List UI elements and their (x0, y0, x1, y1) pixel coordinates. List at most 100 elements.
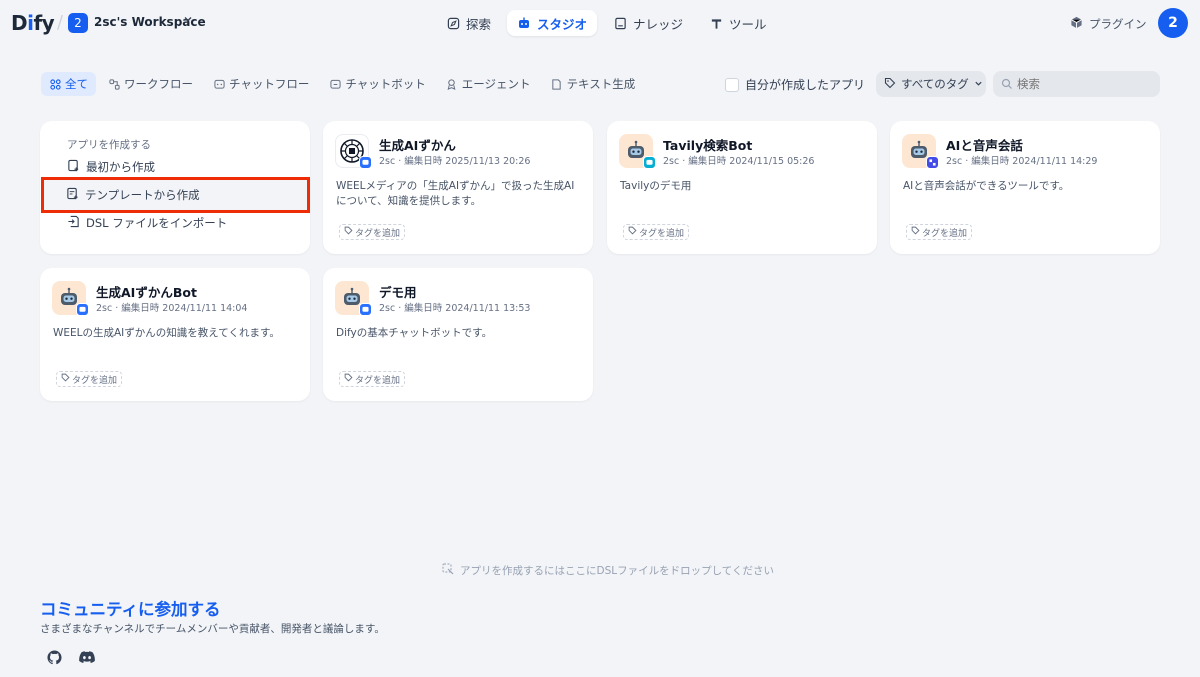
nav-knowledge[interactable]: ナレッジ (603, 10, 693, 36)
tag-filter-label: すべてのタグ (901, 77, 969, 91)
agent-icon (446, 78, 458, 90)
github-icon[interactable] (46, 649, 62, 665)
create-app-title: アプリを作成する (67, 139, 151, 151)
compass-icon (446, 16, 460, 30)
app-meta: 2sc · 編集日時 2024/11/11 14:29 (946, 156, 1098, 167)
hammer-icon (709, 16, 723, 30)
chatflow-badge-icon (643, 156, 656, 169)
file-plus-icon (67, 159, 80, 175)
add-tag-button[interactable]: タグを追加 (339, 371, 406, 387)
create-blank-label: 最初から作成 (86, 160, 155, 174)
import-dsl-button[interactable]: DSL ファイルをインポート (67, 215, 227, 231)
add-tag-button[interactable]: タグを追加 (623, 224, 690, 240)
app-description: AIと音声会話ができるツールです。 (903, 180, 1070, 192)
create-blank-button[interactable]: 最初から作成 (67, 159, 155, 175)
app-title: AIと音声会話 (946, 138, 1023, 153)
filter-all[interactable]: 全て (41, 72, 96, 96)
dropzone-text: アプリを作成するにはここにDSLファイルをドロップしてください (460, 565, 774, 577)
tag-icon (61, 373, 70, 385)
nav-explore[interactable]: 探索 (436, 10, 501, 36)
add-tag-label: タグを追加 (355, 228, 401, 239)
logo-text-d: D (11, 11, 28, 35)
chevron-down-icon (974, 77, 983, 91)
app-description: Tavilyのデモ用 (620, 180, 692, 192)
document-icon (551, 78, 563, 90)
community-description: さまざまなチャンネルでチームメンバーや貢献者、開発者と議論します。 (40, 623, 385, 635)
filter-agent[interactable]: エージェント (438, 72, 539, 96)
discord-icon[interactable] (79, 649, 95, 665)
top-header: Dify / 2 2sc's Workspace 探索 スタジオ ナレッジ ツー… (0, 0, 1200, 46)
dify-logo[interactable]: Dify (11, 11, 55, 35)
chatbot-icon (329, 78, 341, 90)
dsl-dropzone-hint: アプリを作成するにはここにDSLファイルをドロップしてください (442, 563, 774, 578)
app-meta: 2sc · 編集日時 2025/11/13 20:26 (379, 156, 531, 167)
robot-icon (517, 16, 531, 30)
my-apps-label: 自分が作成したアプリ (745, 78, 866, 92)
nav-tools[interactable]: ツール (699, 10, 777, 36)
app-card[interactable]: 生成AIずかん 2sc · 編集日時 2025/11/13 20:26 WEEL… (323, 121, 593, 254)
plugin-button[interactable]: プラグイン (1070, 16, 1147, 32)
chevron-down-icon[interactable] (183, 14, 193, 27)
divider-slash: / (57, 12, 64, 33)
add-tag-button[interactable]: タグを追加 (339, 224, 406, 240)
nav-tools-label: ツール (729, 16, 767, 32)
main-nav: 探索 スタジオ ナレッジ ツール (436, 10, 777, 36)
search-input[interactable] (1017, 77, 1157, 91)
app-type-filters: 全て ワークフロー チャットフロー チャットボット エージェント テキスト生成 (41, 72, 643, 96)
filter-all-label: 全て (65, 77, 88, 91)
create-from-template-row: テンプレートから作成 (66, 187, 200, 203)
filter-agent-label: エージェント (461, 77, 531, 91)
app-title: デモ用 (379, 285, 417, 300)
add-tag-button[interactable]: タグを追加 (906, 224, 973, 240)
search-box (993, 71, 1160, 97)
add-tag-label: タグを追加 (355, 375, 401, 386)
tag-icon (884, 77, 896, 92)
grid-icon (49, 78, 61, 90)
tag-filter-dropdown[interactable]: すべてのタグ (876, 71, 986, 97)
app-card[interactable]: デモ用 2sc · 編集日時 2024/11/11 13:53 Difyの基本チ… (323, 268, 593, 401)
filter-chatbot[interactable]: チャットボット (321, 72, 433, 96)
app-card[interactable]: AIと音声会話 2sc · 編集日時 2024/11/11 14:29 AIと音… (890, 121, 1160, 254)
cube-icon (1070, 16, 1083, 32)
add-tag-label: タグを追加 (922, 228, 968, 239)
community-title: コミュニティに参加する (40, 600, 221, 619)
my-apps-checkbox[interactable] (725, 77, 739, 92)
app-title: Tavily検索Bot (663, 138, 753, 153)
app-description: WEELの生成AIずかんの知識を教えてくれます。 (53, 327, 280, 339)
nav-studio[interactable]: スタジオ (507, 10, 598, 36)
create-from-template-button[interactable]: テンプレートから作成 (41, 177, 310, 213)
plugin-label: プラグイン (1089, 17, 1147, 31)
tag-icon (344, 226, 353, 238)
app-title: 生成AIずかんBot (96, 285, 197, 300)
tag-icon (344, 373, 353, 385)
chat-icon (213, 78, 225, 90)
chatbot-badge-icon (359, 303, 372, 316)
filter-workflow[interactable]: ワークフロー (100, 72, 201, 96)
tag-icon (911, 226, 920, 238)
import-dsl-label: DSL ファイルをインポート (86, 216, 228, 230)
filter-chatbot-label: チャットボット (345, 77, 426, 91)
nav-knowledge-label: ナレッジ (633, 16, 684, 32)
app-meta: 2sc · 編集日時 2024/11/11 14:04 (96, 303, 248, 314)
add-tag-button[interactable]: タグを追加 (56, 371, 123, 387)
app-title: 生成AIずかん (379, 138, 456, 153)
add-tag-label: タグを追加 (72, 375, 118, 386)
app-card[interactable]: 生成AIずかんBot 2sc · 編集日時 2024/11/11 14:04 W… (40, 268, 310, 401)
tag-icon (628, 226, 637, 238)
app-description: Difyの基本チャットボットです。 (336, 327, 493, 339)
filter-chatflow-label: チャットフロー (229, 77, 310, 91)
file-drop-icon (442, 563, 454, 578)
workflow-badge-icon (926, 156, 939, 169)
nav-explore-label: 探索 (466, 16, 492, 32)
app-card[interactable]: Tavily検索Bot 2sc · 編集日時 2024/11/15 05:26 … (607, 121, 877, 254)
workflow-icon (108, 78, 120, 90)
workspace-badge[interactable]: 2 (68, 13, 88, 33)
filter-workflow-label: ワークフロー (124, 77, 193, 91)
template-icon (66, 187, 79, 203)
app-meta: 2sc · 編集日時 2024/11/15 05:26 (663, 156, 815, 167)
user-avatar[interactable]: 2 (1158, 8, 1188, 38)
my-apps-toggle[interactable]: 自分が作成したアプリ (725, 76, 865, 93)
chatbot-badge-icon (76, 303, 89, 316)
filter-chatflow[interactable]: チャットフロー (205, 72, 317, 96)
filter-text-generation[interactable]: テキスト生成 (543, 72, 644, 96)
